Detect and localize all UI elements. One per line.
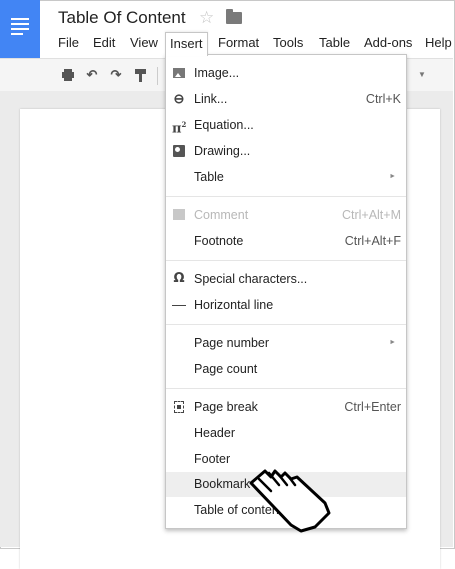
paint-format-icon[interactable] <box>134 68 148 82</box>
menu-item-label: Page number <box>194 336 270 350</box>
menu-divider <box>166 260 406 261</box>
shortcut-label: Ctrl+K <box>365 92 401 106</box>
menu-tools[interactable]: Tools <box>269 32 307 54</box>
menu-item-comment: Comment Ctrl+Alt+M <box>166 203 406 228</box>
menu-item-label: Special characters... <box>194 272 308 286</box>
print-icon[interactable] <box>61 68 75 82</box>
menu-item-label: Footnote <box>194 234 244 248</box>
menu-view[interactable]: View <box>126 32 162 54</box>
toolbar-divider <box>157 67 158 85</box>
menu-divider <box>166 196 406 197</box>
menu-item-table[interactable]: Table ► <box>166 165 406 190</box>
menu-item-label: Page count <box>194 362 258 376</box>
horizontal-line-icon <box>172 298 186 312</box>
menu-table[interactable]: Table <box>315 32 354 54</box>
equation-icon: π2 <box>172 120 187 137</box>
submenu-arrow-icon: ► <box>389 173 396 180</box>
hand-cursor-icon <box>249 469 331 533</box>
document-title[interactable]: Table Of Content <box>58 8 186 28</box>
menu-item-label: Horizontal line <box>194 298 274 312</box>
menu-item-label: Comment <box>194 208 249 222</box>
redo-icon[interactable]: ↷ <box>109 68 123 82</box>
menu-item-label: Drawing... <box>194 144 251 158</box>
menu-format[interactable]: Format <box>214 32 263 54</box>
shortcut-label: Ctrl+Alt+M <box>341 208 401 222</box>
menu-edit[interactable]: Edit <box>89 32 119 54</box>
menu-item-drawing[interactable]: Drawing... <box>166 139 406 164</box>
menu-item-page-number[interactable]: Page number ► <box>166 331 406 356</box>
menu-item-label: Table <box>194 170 224 184</box>
page-break-icon <box>172 400 186 414</box>
folder-icon[interactable] <box>226 9 242 24</box>
image-icon <box>172 66 186 80</box>
undo-icon[interactable]: ↶ <box>85 68 99 82</box>
menu-item-footnote[interactable]: Footnote Ctrl+Alt+F <box>166 229 406 254</box>
docs-logo-icon[interactable] <box>0 0 40 58</box>
menu-item-equation[interactable]: π2 Equation... <box>166 113 406 138</box>
menu-item-label: Link... <box>194 92 228 106</box>
menu-help[interactable]: Help <box>421 32 455 54</box>
insert-menu: Image... ⊖ Link... Ctrl+K π2 Equation...… <box>165 54 407 529</box>
menu-item-label: Image... <box>194 66 240 80</box>
drawing-icon <box>172 144 186 158</box>
menu-file[interactable]: File <box>54 32 83 54</box>
menu-item-label: Header <box>194 426 235 440</box>
menu-item-label: Page break <box>194 400 258 414</box>
menu-divider <box>166 324 406 325</box>
menu-item-horizontal-line[interactable]: Horizontal line <box>166 293 406 318</box>
menu-item-image[interactable]: Image... <box>166 61 406 86</box>
menu-insert[interactable]: Insert <box>165 32 208 56</box>
menu-item-page-break[interactable]: Page break Ctrl+Enter <box>166 395 406 420</box>
shortcut-label: Ctrl+Alt+F <box>344 234 401 248</box>
menu-item-label: Footer <box>194 452 231 466</box>
menu-item-page-count[interactable]: Page count <box>166 357 406 382</box>
menu-item-link[interactable]: ⊖ Link... Ctrl+K <box>166 87 406 112</box>
menu-item-header[interactable]: Header <box>166 421 406 446</box>
chevron-down-icon[interactable]: ▼ <box>418 70 426 79</box>
shortcut-label: Ctrl+Enter <box>344 400 401 414</box>
menu-addons[interactable]: Add-ons <box>360 32 416 54</box>
comment-icon <box>172 208 186 222</box>
menu-item-label: Bookmark <box>194 477 251 491</box>
star-icon[interactable]: ☆ <box>199 8 214 28</box>
link-icon: ⊖ <box>173 91 185 106</box>
omega-icon: Ω <box>173 271 185 286</box>
menu-item-label: Equation... <box>194 118 254 132</box>
submenu-arrow-icon: ► <box>389 339 396 346</box>
menu-divider <box>166 388 406 389</box>
menu-item-special-characters[interactable]: Ω Special characters... <box>166 267 406 292</box>
